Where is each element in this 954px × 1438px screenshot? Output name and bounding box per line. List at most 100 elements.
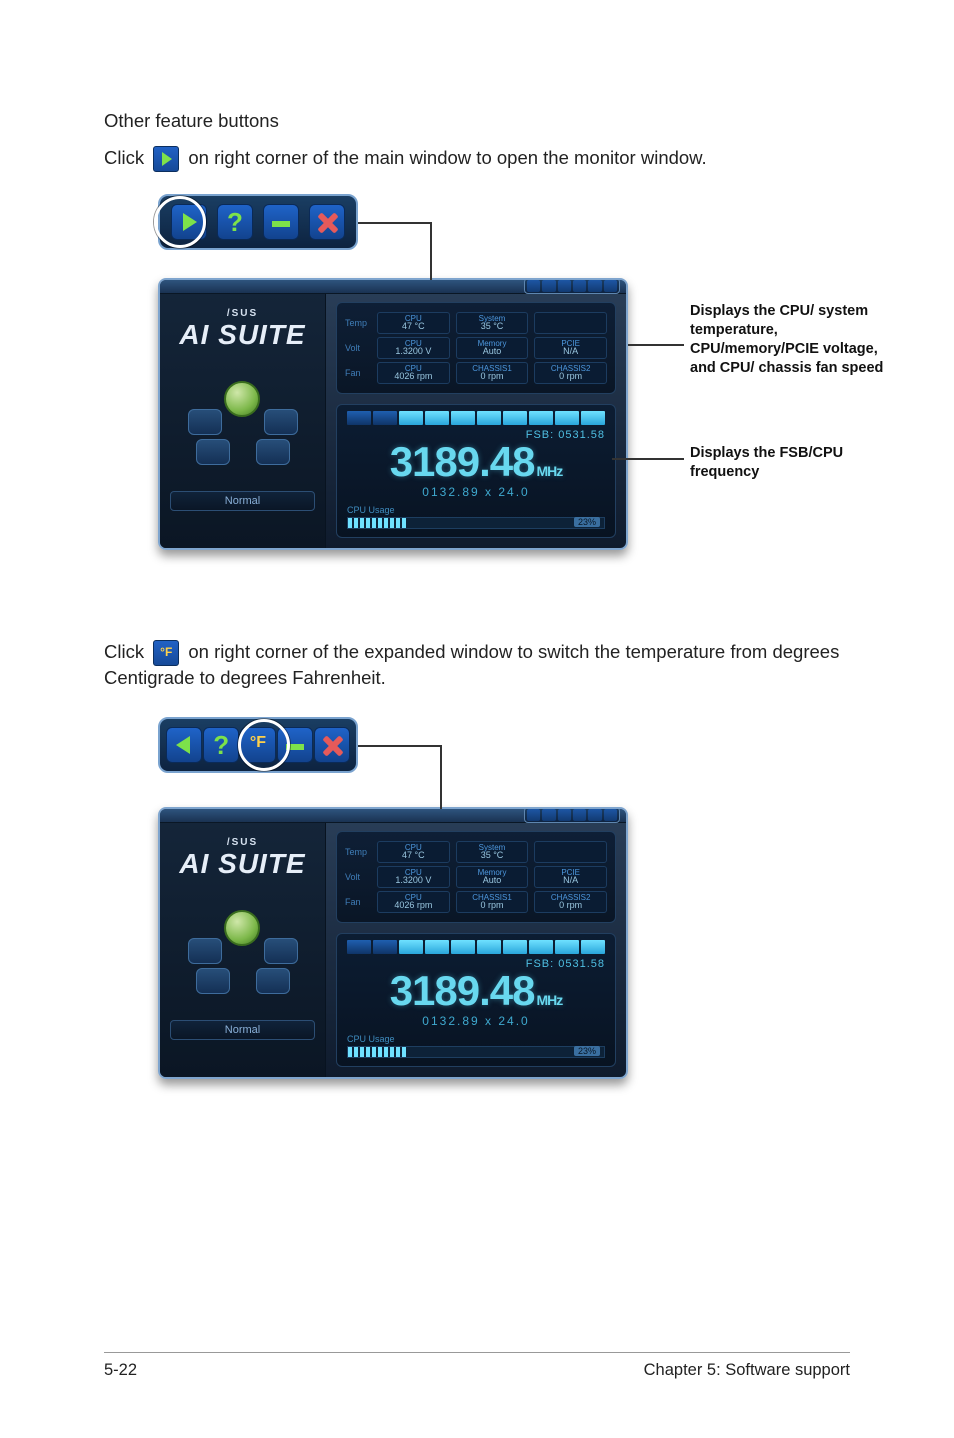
lead-v2 [440,745,442,817]
minimize-button[interactable] [263,204,299,240]
pad-right[interactable] [264,409,298,435]
monitor-chip: PCIEN/A [534,337,607,359]
chip-value: 1.3200 V [378,875,449,885]
freq-segbar-2 [347,940,605,954]
pad-bl-2[interactable] [196,968,230,994]
cpu-usage-2: CPU Usage 23% [347,1034,605,1058]
pad-br[interactable] [256,439,290,465]
pad-right-2[interactable] [264,938,298,964]
cpu-usage-bar: 23% [347,517,605,529]
close-button[interactable] [309,204,345,240]
monitor-chip: CPU4026 rpm [377,891,450,913]
chapter-label: Chapter 5: Software support [644,1361,850,1380]
brand-2: /SUS AI SUITE [170,837,315,880]
mode-label-2: Normal [170,1020,315,1040]
callout-ring-expand [154,196,206,248]
mini-topbar [524,278,620,294]
frequency-panel-2: FSB: 0531.58 3189.48MHz 0132.89 x 24.0 C… [336,933,616,1067]
window-titlebar [160,280,626,294]
chip-value: Auto [457,346,528,356]
paragraph-1: Click on right corner of the main window… [104,146,850,172]
mode-label: Normal [170,491,315,511]
chip-value: 35 °C [457,321,528,331]
cpu-usage-pct: 23% [574,517,600,527]
window-titlebar-2 [160,809,626,823]
monitor-row-label: Temp [345,847,371,857]
monitor-chip: CPU1.3200 V [377,337,450,359]
monitor-chip: MemoryAuto [456,866,529,888]
p2-after: on right corner of the expanded window t… [104,641,839,688]
callout-line-monitor [628,344,684,346]
monitor-chip [534,312,607,334]
help-button-2[interactable] [203,727,239,763]
page-number: 5-22 [104,1361,137,1380]
monitor-chip: CHASSIS20 rpm [534,362,607,384]
monitor-row-label: Volt [345,872,371,882]
p1-after: on right corner of the main window to op… [188,147,706,168]
figure-1: /SUS AI SUITE Normal TempCPU47 °CSystem3… [158,194,850,584]
monitor-row-label: Volt [345,343,371,353]
pad-left-2[interactable] [188,938,222,964]
collapse-button[interactable] [166,727,202,763]
freq-unit-2: MHz [537,992,563,1008]
mini-topbar-2 [524,807,620,823]
monitor-chip: MemoryAuto [456,337,529,359]
chip-value: 0 rpm [457,371,528,381]
cpu-usage-pct-2: 23% [574,1046,600,1056]
brand-ai-suite-2: AI SUITE [170,848,315,880]
cpu-frequency-2: 3189.48MHz [347,970,605,1012]
help-button[interactable] [217,204,253,240]
cpu-usage-fill-2 [348,1047,407,1057]
frequency-panel: FSB: 0531.58 3189.48MHz 0132.89 x 24.0 C… [336,404,616,538]
monitor-chip: CPU47 °C [377,841,450,863]
chip-value: 35 °C [457,850,528,860]
freq-mult-2: 0132.89 x 24.0 [347,1014,605,1028]
monitor-chip: CPU4026 rpm [377,362,450,384]
p1-before: Click [104,147,144,168]
chip-value: 4026 rpm [378,371,449,381]
control-pad-2 [188,910,298,1000]
pad-left[interactable] [188,409,222,435]
monitor-chip: CPU1.3200 V [377,866,450,888]
freq-segbar [347,411,605,425]
monitor-row: FanCPU4026 rpmCHASSIS10 rpmCHASSIS20 rpm [345,891,607,913]
chip-value: 47 °C [378,850,449,860]
chip-value: N/A [535,875,606,885]
brand-ai-suite: AI SUITE [170,319,315,351]
freq-main: 3189.48 [390,438,535,485]
p2-before: Click [104,641,144,662]
chip-value: 0 rpm [457,900,528,910]
monitor-row: FanCPU4026 rpmCHASSIS10 rpmCHASSIS20 rpm [345,362,607,384]
freq-mult: 0132.89 x 24.0 [347,485,605,499]
monitor-chip [534,841,607,863]
left-panel-2: /SUS AI SUITE Normal [160,823,326,1077]
cpu-usage: CPU Usage 23% [347,505,605,529]
monitor-chip: CHASSIS20 rpm [534,891,607,913]
mode-dial-2[interactable] [224,910,260,946]
fsb-value: 0531.58 [558,429,605,441]
chip-value: 0 rpm [535,371,606,381]
monitor-row-label: Fan [345,368,371,378]
monitor-row-label: Temp [345,318,371,328]
control-pad [188,381,298,471]
callout-ring-temp [238,719,290,771]
brand-asus-2: /SUS [170,837,315,848]
temp-toggle-icon [153,640,179,666]
fsb-value-2: 0531.58 [558,958,605,970]
monitor-panel: TempCPU47 °CSystem35 °CVoltCPU1.3200 VMe… [336,302,616,394]
monitor-chip: System35 °C [456,841,529,863]
monitor-row: Temp CPU47 °C System35 °C [345,841,607,863]
cpu-usage-label: CPU Usage [347,505,605,515]
lead-h2 [358,745,440,747]
pad-br-2[interactable] [256,968,290,994]
monitor-chip: PCIEN/A [534,866,607,888]
freq-main-2: 3189.48 [390,967,535,1014]
close-button-2[interactable] [314,727,350,763]
chip-value: 47 °C [378,321,449,331]
monitor-row: Volt CPU1.3200 V MemoryAutoPCIEN/A [345,337,607,359]
pad-bl[interactable] [196,439,230,465]
monitor-row-label: Fan [345,897,371,907]
ai-suite-window-2: /SUS AI SUITE Normal Temp CPU47 °C System3… [158,807,628,1079]
mode-dial[interactable] [224,381,260,417]
monitor-chip: System35 °C [456,312,529,334]
